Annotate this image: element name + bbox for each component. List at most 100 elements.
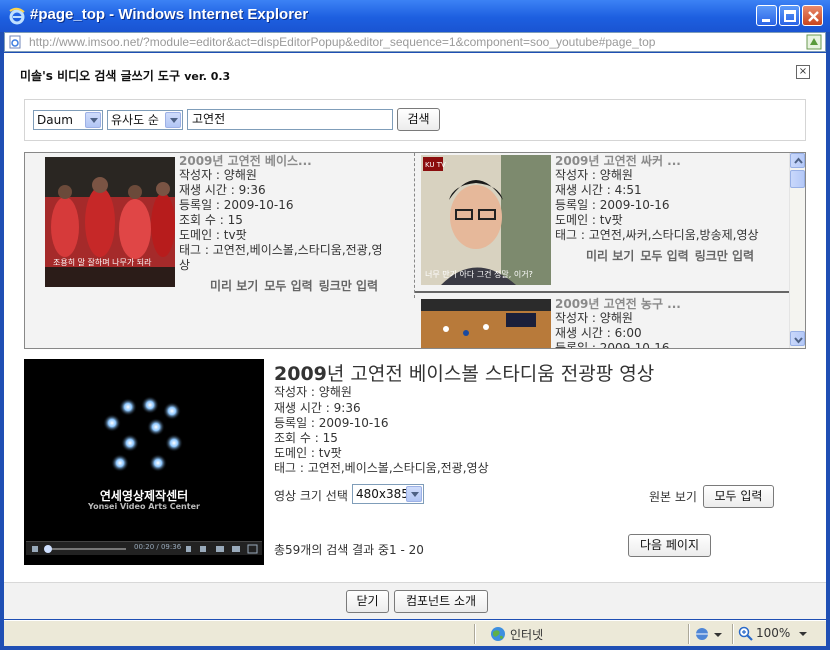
editor-title: 미솔's 비디오 검색 글쓰기 도구 ver. 0.3 — [20, 67, 230, 84]
scroll-down-button[interactable] — [790, 331, 805, 346]
insert-link-only-link[interactable]: 링크만 입력 — [695, 249, 754, 263]
source-select-value: Daum — [37, 113, 73, 127]
maximize-button[interactable] — [779, 5, 800, 26]
player-time: 00:20 / 09:36 — [134, 543, 182, 551]
status-divider — [732, 624, 734, 644]
fullscreen-icon[interactable] — [246, 543, 260, 555]
original-view-link[interactable]: 원본 보기 — [649, 488, 697, 505]
results-row-divider — [415, 291, 789, 293]
detail-title: 2009년 고연전 베이스볼 스타디움 전광팡 영상 — [274, 359, 654, 386]
zoom-level[interactable]: 100% — [756, 626, 790, 640]
player-logo-graphic — [103, 396, 183, 472]
close-dialog-button[interactable]: 닫기 — [346, 590, 389, 613]
results-divider — [414, 153, 415, 298]
ie-logo-icon — [9, 7, 25, 25]
result-thumbnail[interactable] — [421, 299, 551, 349]
chevron-down-icon — [794, 337, 803, 344]
search-button[interactable]: 검색 — [397, 108, 440, 131]
result-domain: 도메인 : tv팟 — [555, 213, 623, 227]
result-count: 총59개의 검색 결과 중1 - 20 — [274, 543, 424, 557]
globe-icon — [491, 627, 505, 641]
result-thumbnail[interactable]: KU TV 너무 만기 아다 그건 정말, 이거? — [421, 155, 551, 285]
thumb-badge: KU TV — [425, 161, 446, 169]
preview-link[interactable]: 미리 보기 — [586, 249, 634, 263]
seek-bar[interactable] — [46, 548, 126, 550]
result-tags: 태그 : 고연전,베이스볼,스타디움,전광,영 — [179, 243, 383, 257]
results-list: 조용히 말 잘하며 나무가 되라 2009년 고연전 베이스... 작성자 : … — [24, 152, 806, 349]
status-divider — [688, 624, 690, 644]
next-page-button[interactable]: 다음 페이지 — [628, 534, 711, 557]
compat-view-icon[interactable] — [806, 34, 822, 50]
minimize-button[interactable] — [756, 5, 777, 26]
search-panel: Daum 유사도 순 고연전 검색 — [24, 99, 806, 141]
window-title: #page_top - Windows Internet Explorer — [30, 6, 309, 23]
chevron-down-icon — [165, 112, 181, 128]
scroll-thumb[interactable] — [790, 170, 805, 188]
source-select[interactable]: Daum — [33, 110, 103, 130]
chevron-down-icon — [406, 486, 422, 502]
insert-all-link[interactable]: 모두 입력 — [264, 279, 312, 293]
stop-icon[interactable] — [30, 543, 40, 555]
address-bar[interactable]: http://www.imsoo.net/?module=editor&act=… — [4, 32, 826, 52]
video-size-select[interactable]: 480x385 — [352, 484, 424, 504]
video-size-label: 영상 크기 선택 — [274, 489, 348, 503]
address-url[interactable]: http://www.imsoo.net/?module=editor&act=… — [29, 35, 655, 49]
result-duration: 재생 시간 : 9:36 — [179, 183, 266, 197]
insert-link-only-link[interactable]: 링크만 입력 — [319, 279, 378, 293]
result-date: 등록일 : 2009-10-16 — [555, 341, 670, 349]
minimize-icon — [762, 19, 770, 22]
player-controls[interactable]: 00:20 / 09:36 — [26, 541, 262, 555]
status-divider — [474, 624, 476, 644]
window-titlebar: #page_top - Windows Internet Explorer — [0, 0, 830, 32]
result-author: 작성자 : 양해원 — [555, 168, 633, 182]
insert-all-link[interactable]: 모두 입력 — [640, 249, 688, 263]
dialog-footer: 닫기 컴포넌트 소개 — [4, 582, 826, 619]
editor-version: ver. 0.3 — [184, 70, 231, 83]
result-title[interactable]: 2009년 고연전 베이스... — [179, 153, 312, 169]
zoom-icon[interactable] — [738, 626, 754, 642]
result-duration: 재생 시간 : 4:51 — [555, 183, 642, 197]
editor-close-icon[interactable]: × — [796, 65, 810, 79]
result-title[interactable]: 2009년 고연전 싸커 ... — [555, 153, 681, 169]
component-intro-button[interactable]: 컴포넌트 소개 — [394, 590, 488, 613]
result-author: 작성자 : 양해원 — [179, 168, 257, 182]
result-domain: 도메인 : tv팟 — [179, 228, 247, 242]
preview-link[interactable]: 미리 보기 — [210, 279, 258, 293]
result-date: 등록일 : 2009-10-16 — [555, 198, 670, 212]
detail-author: 작성자 : 양해원 — [274, 385, 352, 399]
insert-all-button[interactable]: 모두 입력 — [703, 485, 774, 508]
security-zone: 인터넷 — [510, 628, 544, 642]
seek-handle[interactable] — [44, 545, 52, 553]
result-author: 작성자 : 양해원 — [555, 311, 633, 325]
sort-select-value: 유사도 순 — [111, 113, 159, 127]
status-bar: 인터넷 100% — [4, 620, 826, 646]
result-tags: 태그 : 고연전,싸커,스타디움,방송제,영상 — [555, 228, 759, 242]
protected-mode-icon[interactable] — [694, 626, 724, 642]
result-title[interactable]: 2009년 고연전 농구 ... — [555, 295, 681, 312]
result-duration: 재생 시간 : 6:00 — [555, 326, 642, 340]
detail-title-year: 2009 — [274, 363, 327, 385]
close-icon — [808, 11, 819, 22]
results-scrollbar[interactable] — [789, 153, 805, 348]
result-actions: 미리 보기 모두 입력 링크만 입력 — [586, 247, 760, 264]
player-logo-subtext: Yonsei Video Arts Center — [88, 502, 200, 511]
chevron-up-icon — [794, 157, 803, 164]
sort-select[interactable]: 유사도 순 — [107, 110, 183, 130]
result-views: 조회 수 : 15 — [179, 213, 243, 227]
thumb-caption: 조용히 말 잘하며 나무가 되라 — [53, 257, 152, 267]
player-buttons-icon[interactable] — [186, 543, 246, 555]
editor-title-text: 미솔's 비디오 검색 글쓰기 도구 — [20, 69, 181, 83]
result-tags-cont: 상 — [179, 258, 191, 272]
video-size-value: 480x385 — [356, 487, 409, 501]
result-actions: 미리 보기 모두 입력 링크만 입력 — [210, 277, 384, 294]
result-date: 등록일 : 2009-10-16 — [179, 198, 294, 212]
scroll-up-button[interactable] — [790, 153, 805, 168]
result-thumbnail[interactable]: 조용히 말 잘하며 나무가 되라 — [45, 157, 175, 287]
chevron-down-icon[interactable] — [798, 629, 808, 639]
video-player[interactable]: 연세영상제작센터 Yonsei Video Arts Center 00:20 … — [24, 359, 264, 565]
thumb-caption: 너무 만기 아다 그건 정말, 이거? — [425, 269, 533, 279]
search-input[interactable]: 고연전 — [187, 109, 393, 130]
close-window-button[interactable] — [802, 5, 823, 26]
page-icon — [9, 35, 21, 49]
page-content: 미솔's 비디오 검색 글쓰기 도구 ver. 0.3 × Daum 유사도 순… — [4, 53, 826, 619]
